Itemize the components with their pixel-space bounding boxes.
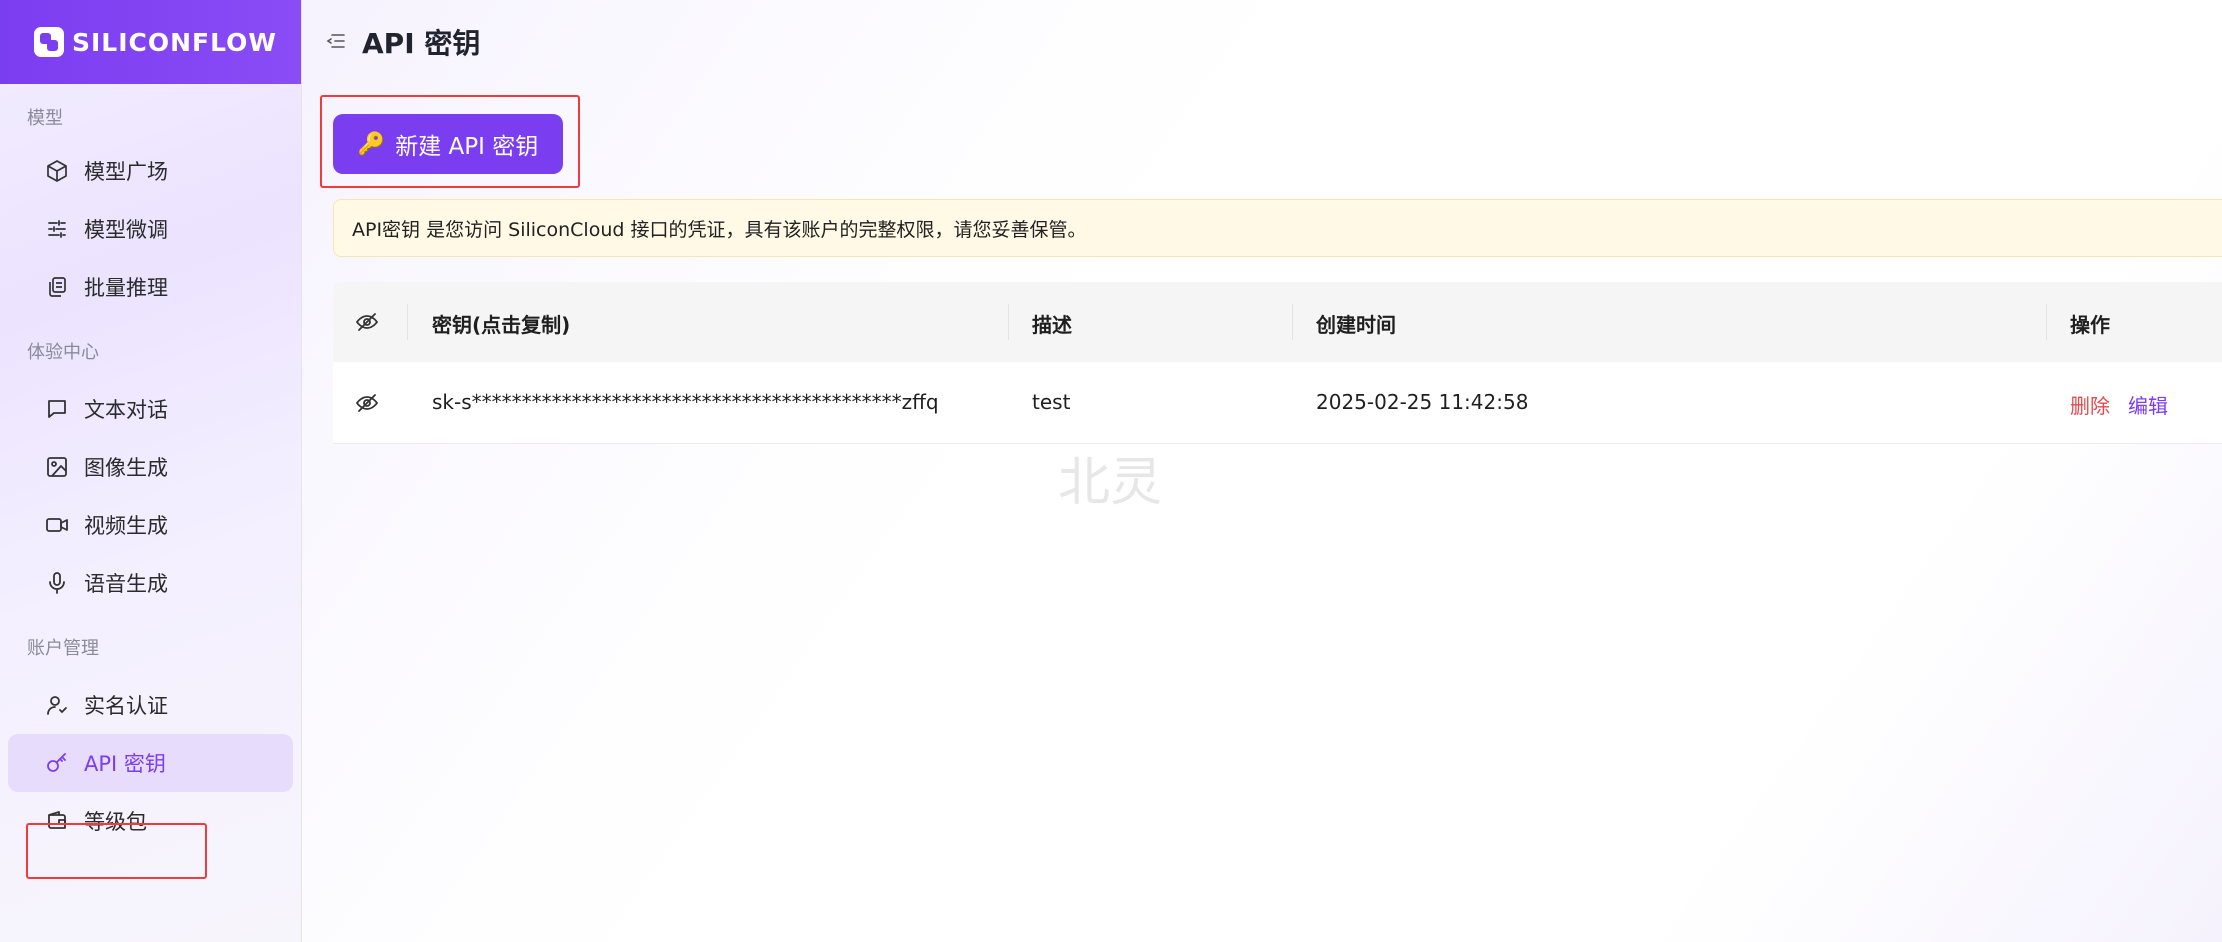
sidebar-item-label: 视频生成	[84, 514, 168, 538]
edit-key-button[interactable]: 编辑	[2128, 394, 2168, 418]
api-key-value[interactable]: sk-s************************************…	[432, 390, 939, 414]
sidebar-item-api-keys[interactable]: API 密钥	[8, 734, 293, 792]
api-key-description: test	[1032, 390, 1071, 414]
column-separator	[2046, 304, 2047, 340]
nav-section-account: 账户管理	[27, 638, 99, 659]
sidebar-item-speech-gen[interactable]: 语音生成	[8, 554, 293, 612]
column-header-key: 密钥(点击复制)	[432, 313, 571, 337]
cube-icon	[44, 158, 70, 184]
new-api-key-label: 新建 API 密钥	[395, 134, 539, 160]
siliconflow-logo-icon	[34, 27, 64, 57]
column-header-created: 创建时间	[1316, 313, 1396, 337]
sidebar: SILICONFLOW 模型 模型广场 模型微调 批量推理 体验中心 文本对话 …	[0, 0, 302, 942]
sidebar-item-label: 模型广场	[84, 160, 168, 184]
column-header-description: 描述	[1032, 313, 1072, 337]
column-separator	[407, 304, 408, 340]
column-separator	[1292, 304, 1293, 340]
sidebar-item-batch-inference[interactable]: 批量推理	[8, 258, 293, 316]
sidebar-item-text-chat[interactable]: 文本对话	[8, 380, 293, 438]
table-header: 密钥(点击复制) 描述 创建时间 操作	[333, 282, 2222, 362]
sidebar-item-model-square[interactable]: 模型广场	[8, 142, 293, 200]
delete-key-button[interactable]: 删除	[2070, 394, 2110, 418]
collapse-menu-icon[interactable]	[325, 30, 347, 52]
nav-section-playground: 体验中心	[27, 342, 99, 363]
sliders-icon	[44, 216, 70, 242]
brand-name: SILICONFLOW	[72, 27, 278, 57]
key-icon: 🔑	[357, 131, 386, 157]
toggle-visibility-icon[interactable]	[355, 391, 379, 420]
sidebar-item-label: 实名认证	[84, 694, 168, 718]
notice-text: API密钥 是您访问 SiliconCloud 接口的凭证，具有该账户的完整权限…	[352, 218, 1087, 241]
sidebar-item-image-gen[interactable]: 图像生成	[8, 438, 293, 496]
brand-header[interactable]: SILICONFLOW	[0, 0, 301, 84]
column-header-actions: 操作	[2070, 313, 2110, 337]
annotation-box-sidebar	[26, 823, 207, 879]
row-actions: 删除 编辑	[2070, 390, 2168, 419]
api-keys-table: 密钥(点击复制) 描述 创建时间 操作 sk-s****************…	[333, 282, 2222, 444]
toggle-visibility-all-icon[interactable]	[355, 310, 379, 339]
sidebar-item-realname-auth[interactable]: 实名认证	[8, 676, 293, 734]
column-separator	[1008, 304, 1009, 340]
key-icon	[44, 750, 70, 776]
sidebar-item-model-finetune[interactable]: 模型微调	[8, 200, 293, 258]
new-api-key-button[interactable]: 🔑 新建 API 密钥	[333, 114, 563, 174]
copy-stack-icon	[44, 274, 70, 300]
api-key-created-time: 2025-02-25 11:42:58	[1316, 390, 1529, 414]
page-title: API 密钥	[362, 27, 481, 60]
sidebar-item-video-gen[interactable]: 视频生成	[8, 496, 293, 554]
nav-section-models: 模型	[27, 108, 63, 129]
sidebar-item-label: 模型微调	[84, 218, 168, 242]
sidebar-item-label: API 密钥	[84, 752, 166, 776]
sidebar-item-label: 图像生成	[84, 456, 168, 480]
table-row: sk-s************************************…	[333, 362, 2222, 444]
video-camera-icon	[44, 512, 70, 538]
sidebar-item-label: 语音生成	[84, 572, 168, 596]
microphone-icon	[44, 570, 70, 596]
sidebar-item-label: 批量推理	[84, 276, 168, 300]
image-icon	[44, 454, 70, 480]
sidebar-item-label: 文本对话	[84, 398, 168, 422]
chat-bubble-icon	[44, 396, 70, 422]
watermark: 北灵	[1058, 453, 1163, 513]
api-key-notice: API密钥 是您访问 SiliconCloud 接口的凭证，具有该账户的完整权限…	[333, 199, 2222, 257]
user-check-icon	[44, 692, 70, 718]
